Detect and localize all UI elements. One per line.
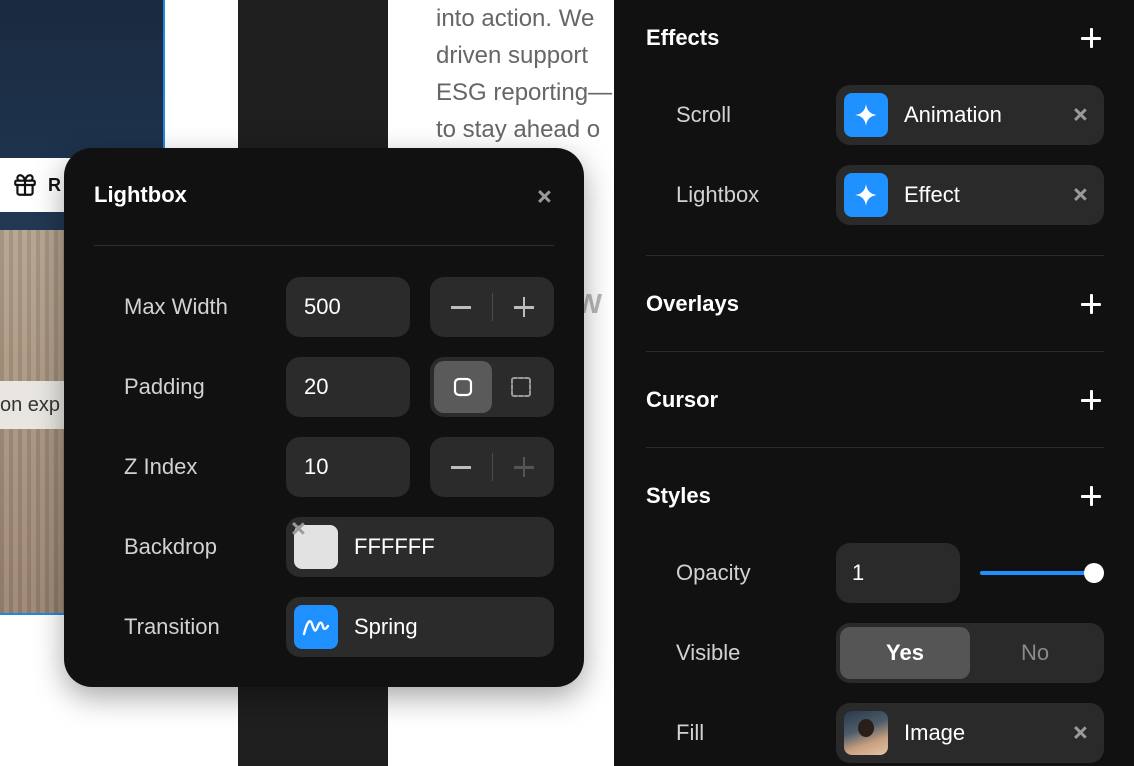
editor-canvas: on exp R into action. We driven support … xyxy=(0,0,1134,766)
transition-field[interactable]: Spring xyxy=(286,597,554,657)
scroll-effect-chip[interactable]: Animation xyxy=(836,85,1104,145)
add-style-plus-icon[interactable] xyxy=(1078,483,1104,509)
lightbox-effect-chip[interactable]: Effect xyxy=(836,165,1104,225)
popover-title: Lightbox xyxy=(94,182,187,207)
fill-chip[interactable]: Image xyxy=(836,703,1104,763)
body-paragraph: into action. We driven support ESG repor… xyxy=(436,0,616,150)
padding-input[interactable]: 20 xyxy=(286,357,410,417)
decrement-minus-icon[interactable] xyxy=(430,437,492,497)
slider-track xyxy=(980,571,1094,575)
close-icon[interactable] xyxy=(532,185,556,209)
remove-x-icon[interactable] xyxy=(1068,721,1092,745)
body-line: into action. We xyxy=(436,5,595,32)
transition-value: Spring xyxy=(354,614,418,639)
chip-value: Effect xyxy=(904,182,960,207)
lightbox-popover: Lightbox Max Width 500 Padding 20 Z Inde… xyxy=(64,148,584,687)
decrement-minus-icon[interactable] xyxy=(430,277,492,337)
padding-mode-toggle xyxy=(430,357,554,417)
increment-plus-icon[interactable] xyxy=(493,277,555,337)
body-line: driven support xyxy=(436,42,589,69)
max-width-input[interactable]: 500 xyxy=(286,277,410,337)
add-effect-plus-icon[interactable] xyxy=(1078,25,1104,51)
z-index-input[interactable]: 10 xyxy=(286,437,410,497)
add-cursor-plus-icon[interactable] xyxy=(1078,387,1104,413)
properties-panel: Effects Scroll Animation Lightbox Effect… xyxy=(614,0,1134,766)
increment-plus-icon[interactable] xyxy=(493,437,555,497)
scroll-label: Scroll xyxy=(676,102,732,127)
section-divider xyxy=(646,447,1104,448)
effects-section-header: Effects xyxy=(646,18,1104,58)
backdrop-hex-value[interactable]: FFFFFF xyxy=(354,534,546,560)
section-title: Effects xyxy=(646,25,720,50)
gift-icon xyxy=(14,174,36,196)
visible-no-option[interactable]: No xyxy=(970,627,1100,679)
z-index-stepper xyxy=(430,437,554,497)
spring-curve-icon xyxy=(294,605,338,649)
opacity-label: Opacity xyxy=(676,560,751,585)
popover-divider xyxy=(94,245,554,246)
body-line: to stay ahead o xyxy=(436,116,601,143)
styles-section-header[interactable]: Styles xyxy=(646,476,1104,516)
uniform-padding-icon[interactable] xyxy=(434,361,492,413)
sparkle-icon xyxy=(844,93,888,137)
visible-label: Visible xyxy=(676,640,741,665)
z-index-label: Z Index xyxy=(124,454,198,479)
tag-label: R xyxy=(48,174,61,195)
overlays-section-header[interactable]: Overlays xyxy=(646,284,1104,324)
fill-label: Fill xyxy=(676,720,705,745)
lightbox-label: Lightbox xyxy=(676,182,760,207)
max-width-stepper xyxy=(430,277,554,337)
slider-thumb[interactable] xyxy=(1084,563,1104,583)
add-overlay-plus-icon[interactable] xyxy=(1078,291,1104,317)
backdrop-color-field[interactable]: FFFFFF xyxy=(286,517,554,577)
sparkle-icon xyxy=(844,173,888,217)
backdrop-label: Backdrop xyxy=(124,534,217,559)
individual-padding-icon[interactable] xyxy=(492,361,550,413)
section-divider xyxy=(646,255,1104,256)
section-title: Styles xyxy=(646,483,711,508)
cursor-section-header[interactable]: Cursor xyxy=(646,380,1104,420)
padding-label: Padding xyxy=(124,374,205,399)
max-width-label: Max Width xyxy=(124,294,228,319)
transition-label: Transition xyxy=(124,614,220,639)
section-title: Cursor xyxy=(646,387,719,412)
section-divider xyxy=(646,351,1104,352)
section-title: Overlays xyxy=(646,291,739,316)
opacity-slider[interactable] xyxy=(980,563,1104,583)
visible-toggle: Yes No xyxy=(836,623,1104,683)
body-line: ESG reporting— xyxy=(436,79,613,106)
chip-value: Image xyxy=(904,720,966,745)
image-thumbnail xyxy=(844,711,888,755)
opacity-input[interactable]: 1 xyxy=(836,543,960,603)
chip-value: Animation xyxy=(904,102,1002,127)
remove-x-icon[interactable] xyxy=(1068,183,1092,207)
remove-x-icon[interactable] xyxy=(1068,103,1092,127)
visible-yes-option[interactable]: Yes xyxy=(840,627,970,679)
